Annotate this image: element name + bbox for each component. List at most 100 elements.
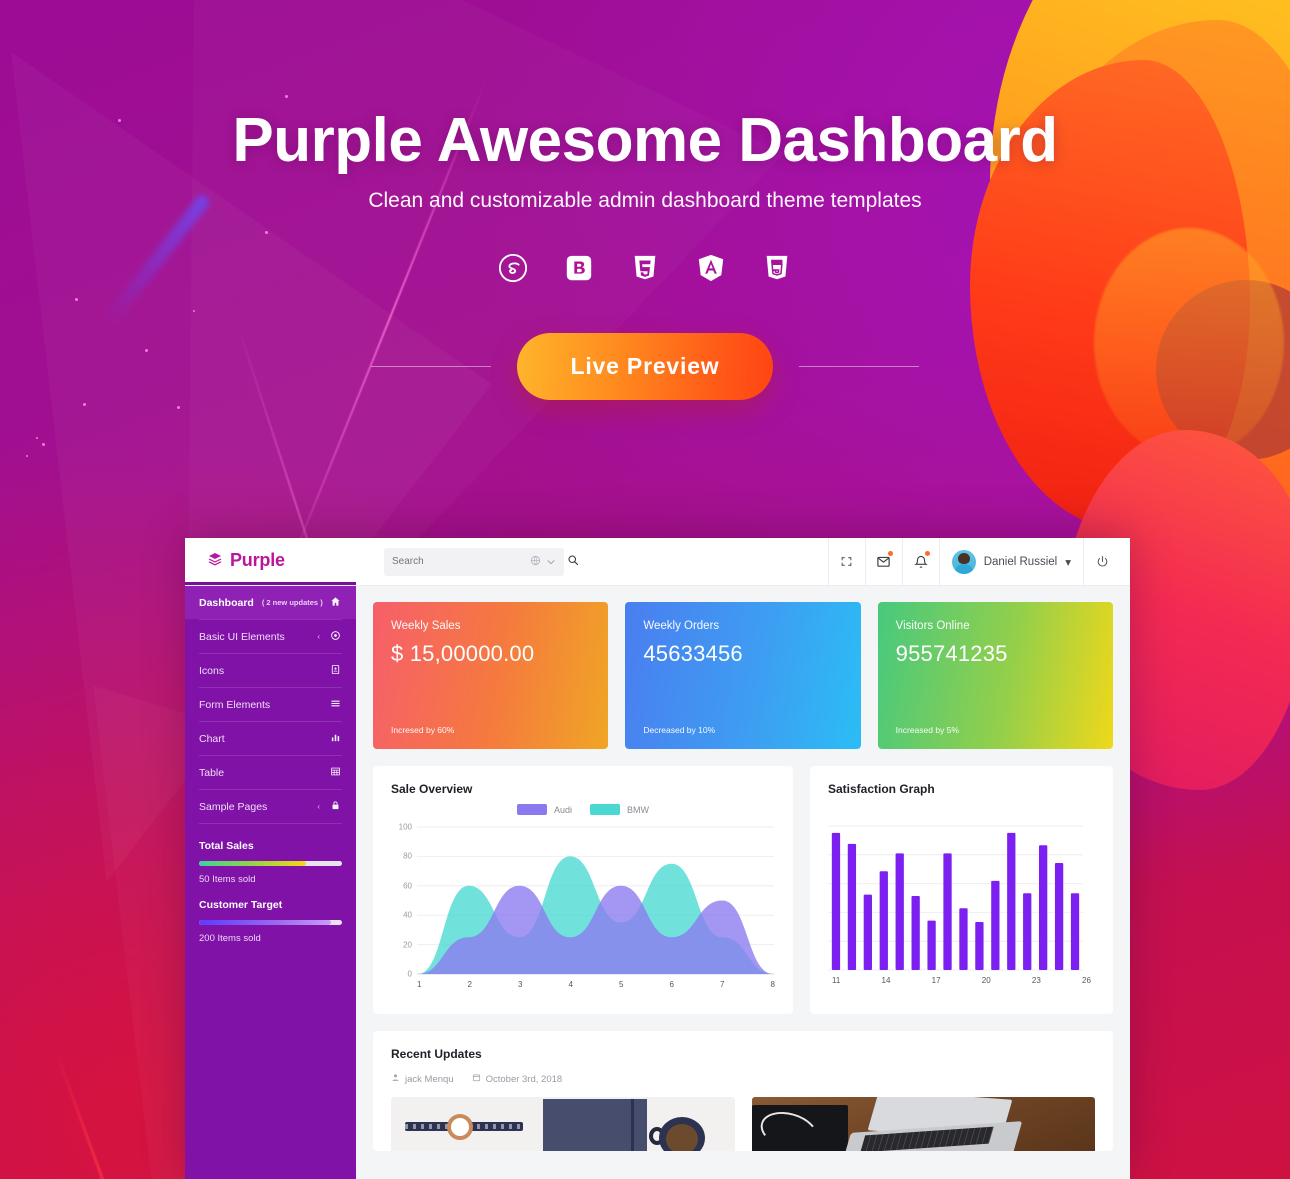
sidebar-item-dashboard[interactable]: Dashboard ( 2 new updates ): [185, 586, 356, 619]
home-icon: [329, 596, 342, 610]
x-axis-tick: 23: [1031, 976, 1041, 985]
sidebar-item-icons[interactable]: Icons: [185, 654, 356, 687]
legend-item-audi: Audi: [516, 804, 572, 815]
table-icon: [329, 766, 342, 780]
legend-label: Audi: [553, 804, 572, 815]
desk-flatlay-photo[interactable]: [391, 1097, 735, 1151]
search-box[interactable]: [384, 547, 579, 576]
dashboard-preview: Purple Search Daniel Russiel ▾ Dashboard…: [185, 538, 1130, 1179]
sidebar-item-basic-ui-elements[interactable]: Basic UI Elements ‹: [185, 620, 356, 653]
chevron-down-icon[interactable]: [547, 555, 555, 569]
stat-value: $ 15,00000.00: [391, 641, 535, 666]
bar: [895, 853, 904, 970]
calendar-icon: [472, 1073, 481, 1085]
bar: [831, 832, 841, 970]
bar: [991, 880, 1000, 970]
chevron-left-icon: ‹: [317, 632, 320, 641]
x-axis-tick: 8: [770, 980, 775, 989]
bar: [1039, 845, 1048, 970]
bar: [847, 843, 857, 970]
total-sales-progress: [199, 861, 342, 866]
search-input[interactable]: [392, 556, 524, 567]
x-axis-tick: 3: [518, 980, 523, 989]
user-icon: [391, 1073, 400, 1085]
date-meta: October 3rd, 2018: [472, 1073, 563, 1085]
hero-section: Purple Awesome Dashboard Clean and custo…: [0, 0, 1290, 401]
sidebar-item-table[interactable]: Table: [185, 756, 356, 789]
bar-chart-icon: [329, 732, 342, 746]
legend-label: BMW: [627, 804, 649, 815]
dashboard-topbar: Purple Search Daniel Russiel ▾: [185, 538, 1130, 586]
stat-value: 955741235: [895, 641, 1008, 666]
total-sales-widget: Total Sales 50 Items sold Customer Targe…: [185, 824, 356, 944]
laptop-on-wood-photo[interactable]: [751, 1097, 1095, 1151]
stat-title: Weekly Sales: [391, 620, 461, 632]
fullscreen-icon[interactable]: [827, 538, 865, 586]
sale-overview-title: Sale Overview: [391, 782, 473, 796]
x-axis-tick: 14: [881, 976, 891, 985]
update-date: October 3rd, 2018: [485, 1073, 563, 1085]
brand-logo[interactable]: Purple: [185, 538, 356, 585]
stat-cards: Weekly Sales $ 15,00000.00 Incresed by 6…: [373, 602, 1113, 749]
customer-target-progress: [199, 920, 342, 925]
bar: [1070, 893, 1080, 970]
x-axis-tick: 6: [669, 980, 674, 989]
y-axis-tick: 80: [403, 851, 412, 861]
recent-updates-photos: [391, 1097, 1095, 1151]
sidebar-item-chart[interactable]: Chart: [185, 722, 356, 755]
bar: [1054, 863, 1064, 970]
total-sales-title: Total Sales: [199, 840, 254, 852]
power-icon[interactable]: [1083, 538, 1120, 586]
background-dot: [42, 443, 45, 446]
main-content: Weekly Sales $ 15,00000.00 Incresed by 6…: [356, 586, 1130, 1179]
sale-overview-plot: 0 20 40 60 80 100 1 2 3 4 5 6 7 8: [399, 821, 775, 990]
y-axis-tick: 20: [403, 940, 412, 950]
avatar: [951, 549, 976, 574]
contact-card-icon: [329, 664, 342, 678]
stat-card-visitors-online[interactable]: Visitors Online 955741235 Increased by 5…: [877, 602, 1113, 749]
stat-card-weekly-sales[interactable]: Weekly Sales $ 15,00000.00 Incresed by 6…: [373, 602, 609, 749]
background-dot: [36, 437, 38, 439]
chevron-down-icon[interactable]: ▾: [1065, 555, 1071, 569]
user-menu[interactable]: Daniel Russiel ▾: [938, 538, 1083, 586]
tech-stack-icons: [0, 253, 1290, 283]
globe-icon[interactable]: [530, 555, 541, 569]
x-axis-tick: 17: [931, 976, 941, 985]
mail-icon[interactable]: [864, 538, 902, 586]
bar: [1007, 832, 1016, 970]
stat-card-weekly-orders[interactable]: Weekly Orders 45633456 Decreased by 10%: [625, 602, 861, 749]
bar: [1023, 893, 1032, 970]
x-axis-tick: 26: [1082, 976, 1091, 985]
y-axis-tick: 100: [398, 822, 412, 832]
sidebar-item-sample-pages[interactable]: Sample Pages ‹: [185, 790, 356, 823]
charts-row: Sale Overview Audi BMW 0 20 40 60 80 100…: [373, 766, 1113, 1014]
sidebar-item-label: Table: [199, 766, 225, 779]
search-icon[interactable]: [567, 554, 579, 569]
sidebar-item-label: Form Elements: [199, 698, 271, 711]
chevron-left-icon: ‹: [317, 802, 320, 811]
x-axis-tick: 2: [467, 980, 472, 989]
dashboard-body: Dashboard ( 2 new updates ) Basic UI Ele…: [185, 586, 1130, 1179]
sidebar: Dashboard ( 2 new updates ) Basic UI Ele…: [185, 586, 356, 1179]
x-axis-tick: 1: [417, 980, 422, 989]
legend-swatch: [516, 804, 547, 815]
page-title: Purple Awesome Dashboard: [232, 106, 1058, 175]
area-x-axis-labels: 1 2 3 4 5 6 7 8: [417, 980, 775, 989]
sidebar-item-form-elements[interactable]: Form Elements: [185, 688, 356, 721]
bar: [959, 908, 968, 970]
recent-updates-title: Recent Updates: [391, 1047, 482, 1061]
bootstrap-icon: [564, 253, 594, 283]
bell-icon[interactable]: [901, 538, 939, 586]
sale-overview-panel: Sale Overview Audi BMW 0 20 40 60 80 100…: [373, 766, 793, 1014]
y-axis-tick: 60: [403, 881, 412, 891]
satisfaction-plot: 11 14 17 20 23 26: [828, 820, 1095, 985]
live-preview-button[interactable]: Live Preview: [516, 333, 774, 401]
x-axis-tick: 5: [619, 980, 624, 989]
bar: [975, 922, 984, 970]
bar-x-axis-labels: 11 14 17 20 23 26: [828, 976, 1095, 985]
topbar-right: Daniel Russiel ▾: [356, 538, 1130, 586]
stat-footnote: Incresed by 60%: [391, 725, 455, 735]
stat-footnote: Decreased by 10%: [643, 725, 716, 735]
bar: [863, 894, 872, 970]
layers-icon: [207, 551, 223, 570]
